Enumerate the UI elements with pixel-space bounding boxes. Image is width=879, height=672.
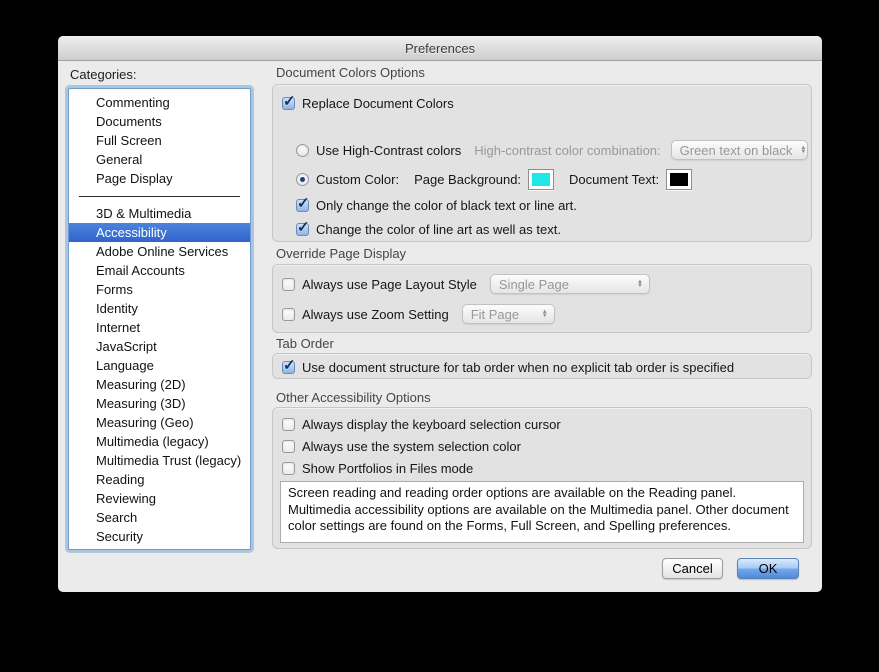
- stepper-arrows-icon: ▲▼: [800, 146, 806, 155]
- page-layout-dropdown[interactable]: Single Page ▲▼: [490, 274, 650, 294]
- combo-value: Green text on black: [680, 143, 793, 158]
- categories-label: Categories:: [70, 67, 136, 82]
- sidebar-item-reading[interactable]: Reading: [69, 470, 250, 489]
- sidebar-item-security-enhanced[interactable]: Security (Enhanced): [69, 546, 250, 550]
- override-heading: Override Page Display: [276, 246, 406, 261]
- check-icon: ✓: [283, 356, 296, 374]
- categories-list[interactable]: Commenting Documents Full Screen General…: [68, 88, 251, 550]
- line-art-row: ✓ Change the color of line art as well a…: [296, 222, 561, 237]
- accessibility-note: Screen reading and reading order options…: [280, 481, 804, 543]
- sidebar-item-measuring-3d[interactable]: Measuring (3D): [69, 394, 250, 413]
- sidebar-item-page-display[interactable]: Page Display: [69, 169, 250, 188]
- replace-doc-colors-label: Replace Document Colors: [302, 96, 454, 111]
- doc-colors-heading: Document Colors Options: [276, 65, 425, 80]
- system-selection-checkbox[interactable]: [282, 440, 295, 453]
- dialog-content: Categories: Commenting Documents Full Sc…: [58, 61, 822, 592]
- only-black-checkbox[interactable]: ✓: [296, 199, 309, 212]
- high-contrast-combo-dropdown[interactable]: Green text on black ▲▼: [671, 140, 808, 160]
- doc-colors-groupbox: ✓ Replace Document Colors Use High-Contr…: [272, 84, 812, 242]
- page-layout-row: Always use Page Layout Style Single Page…: [282, 274, 650, 294]
- sidebar-item-measuring-2d[interactable]: Measuring (2D): [69, 375, 250, 394]
- page-layout-value: Single Page: [499, 277, 569, 292]
- portfolios-row: Show Portfolios in Files mode: [282, 461, 473, 476]
- check-icon: ✓: [297, 194, 310, 212]
- preferences-dialog: Preferences Categories: Commenting Docum…: [58, 36, 822, 592]
- high-contrast-label: Use High-Contrast colors: [316, 143, 461, 158]
- sidebar-item-search[interactable]: Search: [69, 508, 250, 527]
- keyboard-cursor-checkbox[interactable]: [282, 418, 295, 431]
- override-groupbox: Always use Page Layout Style Single Page…: [272, 264, 812, 333]
- page-layout-checkbox[interactable]: [282, 278, 295, 291]
- cyan-swatch: [532, 173, 550, 186]
- combo-label: High-contrast color combination:: [474, 143, 660, 158]
- keyboard-cursor-row: Always display the keyboard selection cu…: [282, 417, 561, 432]
- sidebar-item-internet[interactable]: Internet: [69, 318, 250, 337]
- only-black-row: ✓ Only change the color of black text or…: [296, 198, 577, 213]
- page-layout-label: Always use Page Layout Style: [302, 277, 477, 292]
- replace-doc-colors-row: ✓ Replace Document Colors: [282, 96, 454, 111]
- other-options-groupbox: Always display the keyboard selection cu…: [272, 407, 812, 549]
- only-black-label: Only change the color of black text or l…: [316, 198, 577, 213]
- sidebar-item-identity[interactable]: Identity: [69, 299, 250, 318]
- sidebar-item-general[interactable]: General: [69, 150, 250, 169]
- custom-color-label: Custom Color:: [316, 172, 399, 187]
- zoom-setting-row: Always use Zoom Setting Fit Page ▲▼: [282, 304, 555, 324]
- page-background-colorwell[interactable]: [528, 169, 554, 190]
- stepper-arrows-icon: ▲▼: [542, 310, 548, 319]
- sidebar-item-measuring-geo[interactable]: Measuring (Geo): [69, 413, 250, 432]
- sidebar-item-reviewing[interactable]: Reviewing: [69, 489, 250, 508]
- portfolios-label: Show Portfolios in Files mode: [302, 461, 473, 476]
- cancel-button[interactable]: Cancel: [662, 558, 723, 579]
- tab-order-label: Use document structure for tab order whe…: [302, 360, 734, 375]
- sidebar-item-email-accounts[interactable]: Email Accounts: [69, 261, 250, 280]
- ok-button-label: OK: [759, 561, 778, 576]
- sidebar-item-documents[interactable]: Documents: [69, 112, 250, 131]
- sidebar-item-full-screen[interactable]: Full Screen: [69, 131, 250, 150]
- portfolios-checkbox[interactable]: [282, 462, 295, 475]
- sidebar-item-multimedia-trust-legacy[interactable]: Multimedia Trust (legacy): [69, 451, 250, 470]
- page-background-label: Page Background:: [414, 172, 521, 187]
- system-selection-row: Always use the system selection color: [282, 439, 521, 454]
- system-selection-label: Always use the system selection color: [302, 439, 521, 454]
- sidebar-item-multimedia-legacy[interactable]: Multimedia (legacy): [69, 432, 250, 451]
- black-swatch: [670, 173, 688, 186]
- custom-color-radio[interactable]: [296, 173, 309, 186]
- zoom-setting-dropdown[interactable]: Fit Page ▲▼: [462, 304, 555, 324]
- sidebar-item-accessibility[interactable]: Accessibility: [69, 223, 250, 242]
- high-contrast-radio[interactable]: [296, 144, 309, 157]
- document-text-colorwell[interactable]: [666, 169, 692, 190]
- sidebar-item-security[interactable]: Security: [69, 527, 250, 546]
- stepper-arrows-icon: ▲▼: [637, 280, 643, 289]
- zoom-setting-value: Fit Page: [471, 307, 519, 322]
- zoom-setting-label: Always use Zoom Setting: [302, 307, 449, 322]
- document-text-label: Document Text:: [569, 172, 659, 187]
- tab-order-heading: Tab Order: [276, 336, 334, 351]
- tab-order-checkbox[interactable]: ✓: [282, 361, 295, 374]
- keyboard-cursor-label: Always display the keyboard selection cu…: [302, 417, 561, 432]
- window-title: Preferences: [405, 41, 475, 56]
- custom-color-row: Custom Color: Page Background: Document …: [296, 169, 692, 190]
- tab-order-groupbox: ✓ Use document structure for tab order w…: [272, 353, 812, 379]
- line-art-label: Change the color of line art as well as …: [316, 222, 561, 237]
- tab-order-row: ✓ Use document structure for tab order w…: [282, 360, 734, 375]
- categories-divider: [79, 196, 240, 197]
- other-options-heading: Other Accessibility Options: [276, 390, 431, 405]
- zoom-setting-checkbox[interactable]: [282, 308, 295, 321]
- radio-dot-icon: [300, 177, 305, 182]
- replace-doc-colors-checkbox[interactable]: ✓: [282, 97, 295, 110]
- high-contrast-row: Use High-Contrast colors High-contrast c…: [296, 140, 808, 160]
- title-bar[interactable]: Preferences: [58, 36, 822, 61]
- sidebar-item-javascript[interactable]: JavaScript: [69, 337, 250, 356]
- check-icon: ✓: [297, 218, 310, 236]
- sidebar-item-3d-multimedia[interactable]: 3D & Multimedia: [69, 204, 250, 223]
- line-art-checkbox[interactable]: ✓: [296, 223, 309, 236]
- sidebar-item-adobe-online-services[interactable]: Adobe Online Services: [69, 242, 250, 261]
- check-icon: ✓: [283, 92, 296, 110]
- cancel-button-label: Cancel: [672, 561, 712, 576]
- sidebar-item-forms[interactable]: Forms: [69, 280, 250, 299]
- sidebar-item-commenting[interactable]: Commenting: [69, 93, 250, 112]
- sidebar-item-language[interactable]: Language: [69, 356, 250, 375]
- ok-button[interactable]: OK: [737, 558, 799, 579]
